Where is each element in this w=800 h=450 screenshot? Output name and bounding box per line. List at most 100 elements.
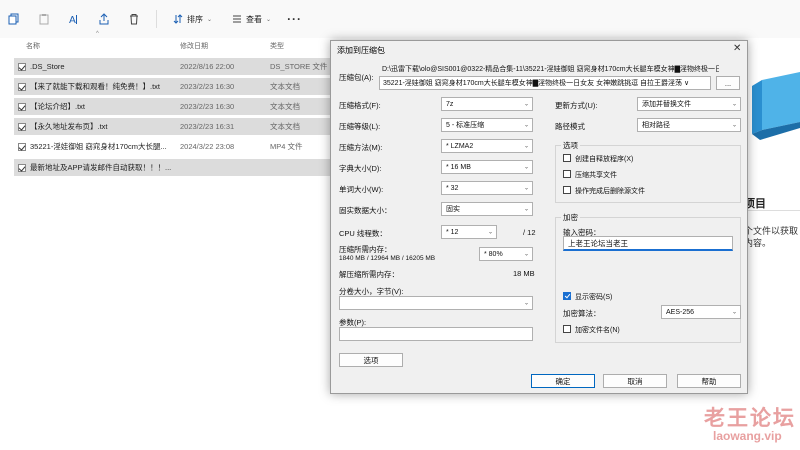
method-value: * LZMA2 <box>446 142 474 150</box>
file-checkbox[interactable] <box>18 142 26 151</box>
password-input[interactable]: 上老王论坛当老王 <box>563 236 733 251</box>
dict-label: 字典大小(D): <box>339 164 382 173</box>
shared-checkbox[interactable] <box>563 170 571 178</box>
encryption-method-label: 加密算法： <box>563 309 601 318</box>
archive-path-line1: D:\迅雷下载\olo@SIS001@0322-精品合集-11\35221-淫娃… <box>382 66 719 73</box>
level-select[interactable]: 5 - 标准压缩 ⌄ <box>441 118 533 132</box>
dict-select[interactable]: * 16 MB ⌄ <box>441 160 533 174</box>
sfx-label: 创建自释放程序(X) <box>575 156 634 163</box>
level-label: 压缩等级(L): <box>339 122 381 131</box>
encryption-method-select[interactable]: AES-256 ⌄ <box>661 305 741 319</box>
file-checkbox[interactable] <box>18 62 26 71</box>
method-select[interactable]: * LZMA2 ⌄ <box>441 139 533 153</box>
archive-path-input[interactable]: 35221-淫娃御姐 窈窕身材170cm大长腿车模女神▇淫物终极一日女友 女神嫩… <box>379 76 711 90</box>
file-checkbox[interactable] <box>18 82 26 91</box>
format-select[interactable]: 7z ⌄ <box>441 97 533 111</box>
encryption-group-label: 加密 <box>561 212 580 223</box>
file-date: 2022/8/16 22:00 <box>180 62 235 71</box>
cpu-value: * 12 <box>446 228 459 236</box>
level-value: 5 - 标准压缩 <box>446 122 485 129</box>
decomp-value: 18 MB <box>513 269 535 278</box>
method-label: 压缩方法(M): <box>339 143 383 152</box>
file-date: 2024/3/22 23:08 <box>180 142 235 151</box>
cpu-select[interactable]: * 12 ⌄ <box>441 225 497 239</box>
delete-source-checkbox[interactable] <box>563 186 571 194</box>
file-row[interactable]: 【永久地址发布页】.txt 2023/2/23 16:31 文本文档 <box>14 118 330 135</box>
path-mode-select[interactable]: 相对路径 ⌄ <box>637 118 741 132</box>
chevron-down-icon: ⌄ <box>207 16 213 23</box>
column-header-date[interactable]: 修改日期 <box>180 41 208 51</box>
chevron-down-icon: ⌄ <box>523 143 529 150</box>
view-menu[interactable]: 查看 ⌄ <box>232 14 271 25</box>
file-row[interactable]: 【来了就能下载和观看！纯免费！】.txt 2023/2/23 16:30 文本文档 <box>14 78 330 95</box>
ok-button[interactable]: 确定 <box>531 374 595 388</box>
options-button[interactable]: 选项 <box>339 353 403 367</box>
path-mode-label: 路径模式 <box>555 122 585 131</box>
paste-icon[interactable] <box>36 11 52 27</box>
file-row[interactable]: 最新地址及APP请发邮件自动获取！！！... <box>14 159 330 176</box>
view-icon <box>233 15 242 23</box>
cpu-total: / 12 <box>523 228 536 237</box>
file-name: 【来了就能下载和观看！纯免费！】.txt <box>30 82 161 91</box>
column-header-name[interactable]: 名称 <box>26 41 40 51</box>
file-checkbox[interactable] <box>18 163 26 172</box>
encrypt-names-checkbox[interactable] <box>563 325 571 333</box>
share-icon[interactable] <box>96 11 112 27</box>
sort-indicator-icon: ^ <box>96 31 99 37</box>
encryption-method-value: AES-256 <box>666 308 695 316</box>
file-type: MP4 文件 <box>270 142 303 151</box>
chevron-down-icon: ⌄ <box>523 164 529 171</box>
file-row[interactable]: .DS_Store 2022/8/16 22:00 DS_STORE 文件 <box>14 58 330 75</box>
view-label: 查看 <box>246 14 263 24</box>
chevron-down-icon: ⌄ <box>487 229 493 236</box>
mem-value: * 80% <box>484 250 503 258</box>
copy-icon[interactable] <box>6 11 22 27</box>
chevron-down-icon: ⌄ <box>523 122 529 129</box>
delete-icon[interactable] <box>126 11 142 27</box>
file-row[interactable]: 【论坛介绍】.txt 2023/2/23 16:30 文本文档 <box>14 98 330 115</box>
watermark-url: laowang.vip <box>713 429 782 443</box>
params-input[interactable] <box>339 327 533 341</box>
word-value: * 32 <box>446 184 459 192</box>
show-password-checkbox[interactable] <box>563 292 571 300</box>
solid-label: 固实数据大小： <box>339 206 392 215</box>
close-icon[interactable]: ✕ <box>733 43 741 54</box>
rename-icon[interactable]: A <box>66 11 82 27</box>
solid-select[interactable]: 固实 ⌄ <box>441 202 533 216</box>
file-name: 35221-淫娃御姐 窈窕身材170cm大长腿... <box>30 142 167 151</box>
more-button[interactable]: ··· <box>287 12 302 26</box>
file-type: DS_STORE 文件 <box>270 62 328 71</box>
help-button[interactable]: 帮助 <box>677 374 741 388</box>
mem-select[interactable]: * 80% ⌄ <box>479 247 533 261</box>
browse-button[interactable]: ... <box>716 76 740 90</box>
sort-label: 排序 <box>187 14 203 24</box>
chevron-down-icon: ⌄ <box>731 309 737 316</box>
sort-menu[interactable]: 排序 ⌄ <box>173 14 212 25</box>
update-label: 更新方式(U): <box>555 101 598 110</box>
format-value: 7z <box>446 100 454 108</box>
file-checkbox[interactable] <box>18 102 26 111</box>
sfx-checkbox[interactable] <box>563 154 571 162</box>
word-select[interactable]: * 32 ⌄ <box>441 181 533 195</box>
chevron-down-icon: ⌄ <box>523 251 529 258</box>
cpu-label: CPU 线程数： <box>339 229 387 238</box>
split-select[interactable]: ⌄ <box>339 296 533 310</box>
file-date: 2023/2/23 16:31 <box>180 122 235 131</box>
word-label: 单词大小(W): <box>339 185 384 194</box>
options-group-label: 选项 <box>561 140 580 151</box>
column-headers: 名称 修改日期 类型 <box>0 38 330 52</box>
show-password-label: 显示密码(S) <box>575 294 613 301</box>
cancel-button[interactable]: 取消 <box>603 374 667 388</box>
file-row[interactable]: 35221-淫娃御姐 窈窕身材170cm大长腿... 2024/3/22 23:0… <box>14 138 330 155</box>
chevron-down-icon: ⌄ <box>731 101 737 108</box>
explorer-toolbar: A 排序 ⌄ 查看 ⌄ ··· <box>0 0 800 38</box>
file-name: 最新地址及APP请发邮件自动获取！！！... <box>30 163 172 172</box>
file-type: 文本文档 <box>270 82 300 91</box>
file-checkbox[interactable] <box>18 122 26 131</box>
update-select[interactable]: 添加并替换文件 ⌄ <box>637 97 741 111</box>
column-header-type[interactable]: 类型 <box>270 41 284 51</box>
mem-detail: 1840 MB / 12964 MB / 16205 MB <box>339 255 436 262</box>
svg-text:A: A <box>69 15 76 25</box>
shared-label: 压缩共享文件 <box>575 172 617 179</box>
add-to-archive-dialog: 添加到压缩包 ✕ 压缩包(A): D:\迅雷下载\olo@SIS001@0322… <box>330 40 748 394</box>
